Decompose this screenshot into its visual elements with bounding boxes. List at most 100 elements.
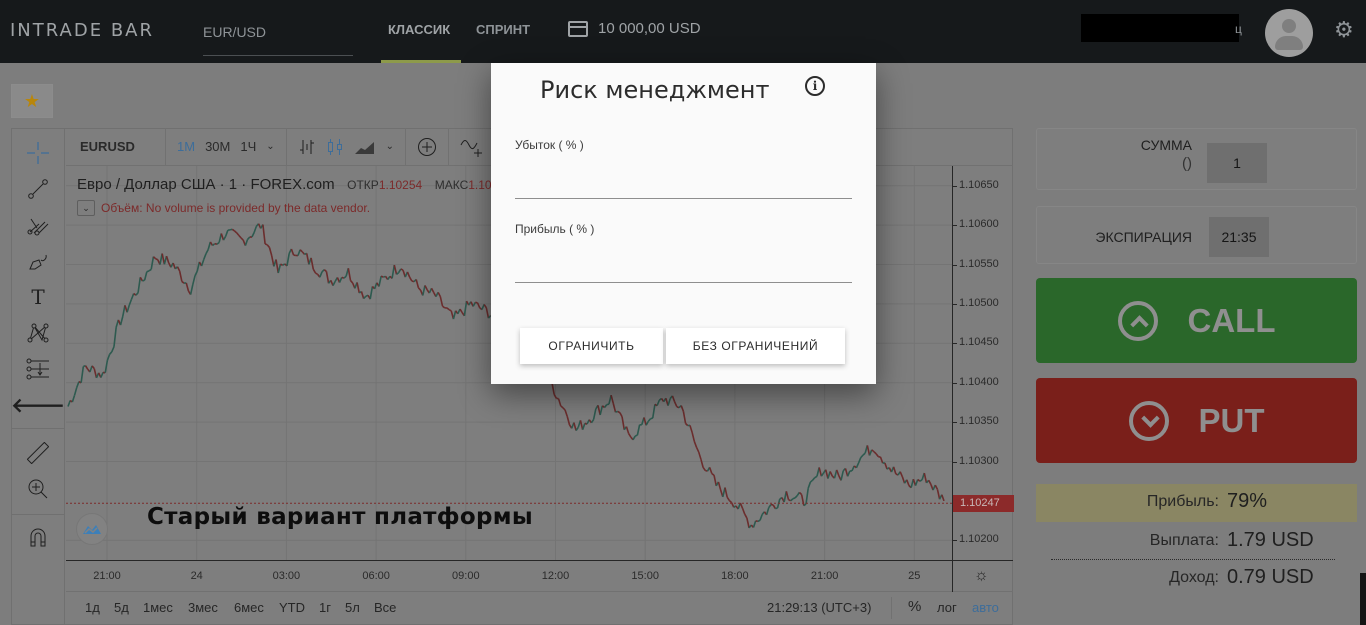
- expiry-input[interactable]: 21:35: [1209, 217, 1269, 257]
- chart-title: Евро / Доллар США · 1 · FOREX.com: [77, 176, 335, 193]
- amount-currency: (): [1182, 155, 1192, 172]
- range-3m[interactable]: 3мес: [188, 600, 218, 615]
- trend-line-icon[interactable]: [25, 176, 51, 202]
- range-5y[interactable]: 5л: [345, 600, 360, 615]
- range-6m[interactable]: 6мес: [234, 600, 264, 615]
- price-segment: [275, 259, 280, 274]
- range-1d[interactable]: 1д: [85, 600, 100, 615]
- price-segment: [192, 275, 196, 285]
- price-segment: [347, 268, 352, 281]
- avatar-head-icon: [1282, 19, 1296, 33]
- brush-icon[interactable]: [25, 248, 51, 274]
- price-segment: [768, 504, 772, 509]
- top-bar: INTRADE BAR EUR/USD КЛАССИК СПРИНТ 10 00…: [0, 0, 1366, 63]
- crosshair-icon[interactable]: [25, 140, 51, 166]
- price-segment: [717, 481, 722, 491]
- price-segment: [297, 249, 301, 256]
- interval-30m[interactable]: 30М: [200, 128, 235, 166]
- range-ytd[interactable]: YTD: [279, 600, 305, 615]
- magnet-icon[interactable]: [25, 524, 51, 550]
- price-segment: [651, 404, 656, 419]
- range-all[interactable]: Все: [374, 600, 396, 615]
- price-segment: [744, 513, 748, 519]
- profit-percent-input[interactable]: [515, 255, 852, 283]
- put-button[interactable]: PUT: [1036, 378, 1357, 463]
- time-axis[interactable]: 21:00 24 03:00 06:00 09:00 12:00 15:00 18:00 21:…: [66, 560, 1013, 592]
- price-segment: [338, 277, 343, 283]
- scrollbar[interactable]: [1360, 573, 1366, 625]
- price-segment: [551, 382, 555, 395]
- text-tool-icon[interactable]: T: [25, 284, 51, 310]
- compare-add-icon[interactable]: [412, 128, 442, 166]
- price-segment: [599, 405, 604, 416]
- price-segment: [814, 475, 818, 479]
- range-5d[interactable]: 5д: [114, 600, 129, 615]
- chevron-down-circle-icon: [1128, 400, 1169, 441]
- chart-type-dropdown-chevron-icon[interactable]: ⌄: [381, 128, 399, 166]
- price-segment: [927, 479, 932, 485]
- chart-settings-gear-icon[interactable]: ☼: [974, 567, 992, 585]
- tab-classic[interactable]: КЛАССИК: [388, 22, 450, 37]
- amount-input[interactable]: 1: [1207, 143, 1267, 183]
- tradingview-logo-icon[interactable]: [76, 513, 108, 545]
- percent-scale-toggle[interactable]: %: [908, 598, 921, 615]
- price-segment: [557, 398, 562, 407]
- price-segment: [135, 292, 139, 296]
- favorite-star-button[interactable]: ★: [11, 84, 53, 118]
- price-segment: [251, 232, 255, 238]
- info-icon[interactable]: i: [805, 76, 825, 96]
- loss-label: Убыток ( % ): [515, 138, 584, 152]
- candles-chart-type-icon[interactable]: [321, 128, 349, 166]
- area-chart-type-icon[interactable]: [349, 128, 381, 166]
- settings-gear-icon[interactable]: ⚙: [1334, 17, 1354, 43]
- price-axis[interactable]: 1.10650 1.10600 1.10550 1.10500 1.10450 1.104…: [952, 166, 1014, 560]
- price-segment: [363, 295, 367, 300]
- price-segment: [728, 499, 733, 504]
- price-segment: [757, 519, 761, 523]
- interval-1h[interactable]: 1Ч: [235, 128, 261, 166]
- pitchfork-icon[interactable]: [25, 212, 51, 238]
- interval-dropdown-chevron-icon[interactable]: ⌄: [261, 128, 279, 166]
- user-avatar[interactable]: [1265, 9, 1313, 57]
- clock-timezone[interactable]: 21:29:13 (UTC+3): [767, 600, 871, 615]
- price-segment: [739, 502, 744, 509]
- ruler-icon[interactable]: [25, 440, 51, 466]
- log-scale-toggle[interactable]: лог: [937, 600, 957, 615]
- price-segment: [146, 270, 150, 273]
- price-segment: [650, 417, 653, 420]
- loss-percent-input[interactable]: [515, 171, 852, 199]
- symbol-search-button[interactable]: EURUSD: [66, 127, 166, 166]
- price-segment: [680, 405, 685, 412]
- balance-amount: 10 000,00 USD: [598, 20, 701, 37]
- price-segment: [89, 365, 93, 373]
- no-limit-button[interactable]: БЕЗ ОГРАНИЧЕНИЙ: [666, 328, 845, 364]
- collapse-chevron-icon[interactable]: ⌄: [77, 200, 95, 216]
- price-segment: [253, 226, 258, 233]
- interval-1m[interactable]: 1М: [172, 128, 200, 166]
- auto-scale-toggle[interactable]: авто: [972, 600, 999, 615]
- range-1m[interactable]: 1мес: [143, 600, 173, 615]
- price-segment: [172, 262, 177, 270]
- prediction-tool-icon[interactable]: [25, 356, 51, 382]
- price-segment: [695, 446, 700, 453]
- arrow-left-icon[interactable]: 🡐: [11, 392, 65, 418]
- price-segment: [807, 481, 812, 489]
- bar-chart-type-icon[interactable]: [293, 128, 321, 166]
- price-segment: [315, 272, 319, 276]
- redacted-username: [1081, 14, 1239, 42]
- price-segment: [446, 307, 450, 311]
- tab-sprint[interactable]: СПРИНТ: [476, 22, 530, 37]
- limit-button[interactable]: ОГРАНИЧИТЬ: [520, 328, 663, 364]
- price-segment: [671, 395, 676, 403]
- zoom-in-icon[interactable]: [25, 476, 51, 502]
- range-1y[interactable]: 1г: [319, 600, 331, 615]
- balance-display[interactable]: 10 000,00 USD: [568, 20, 701, 37]
- price-segment: [829, 471, 834, 477]
- brand-logo[interactable]: INTRADE BAR: [10, 20, 154, 41]
- asset-pair-select[interactable]: EUR/USD: [203, 14, 353, 56]
- price-segment: [862, 452, 866, 456]
- call-button[interactable]: CALL: [1036, 278, 1357, 363]
- price-segment: [137, 277, 142, 293]
- indicators-icon[interactable]: [455, 128, 489, 166]
- pattern-icon[interactable]: [25, 320, 51, 346]
